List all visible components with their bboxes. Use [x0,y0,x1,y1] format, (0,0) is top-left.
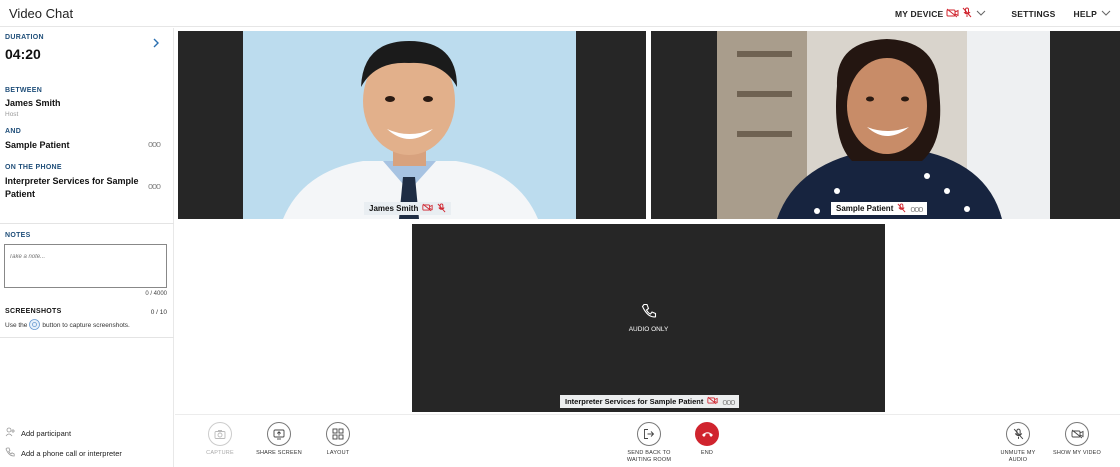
video-off-icon [946,8,959,20]
host-video-image [243,31,576,219]
top-bar: Video Chat MY DEVICE SETTINGS HELP [0,0,1120,27]
unmute-audio-button[interactable]: UNMUTE MY AUDIO [988,422,1048,465]
layout-label: LAYOUT [326,450,350,456]
patient-video-image [717,31,1050,219]
capture-inline-icon [29,319,41,332]
my-device-menu[interactable]: MY DEVICE [895,7,987,20]
capture-button[interactable]: CAPTURE [190,422,250,457]
host-role: Host [5,111,19,118]
exit-icon [637,422,661,446]
settings-button[interactable]: SETTINGS [1011,9,1055,19]
patient-tile-more-button[interactable]: ooo [910,204,923,214]
phone-participant-name: Interpreter Services for Sample Patient [5,176,139,199]
add-phone-label: Add a phone call or interpreter [21,448,122,458]
phone-icon [641,303,657,321]
chevron-down-icon [1100,9,1112,19]
send-back-label-line1: SEND BACK TO [627,450,671,456]
share-screen-label: SHARE SCREEN [256,450,302,456]
chevron-down-icon [975,9,987,19]
send-back-button[interactable]: SEND BACK TO WAITING ROOM [619,422,679,465]
video-off-icon [1065,422,1089,446]
mic-off-icon [1006,422,1030,446]
show-video-button[interactable]: SHOW MY VIDEO [1047,422,1107,457]
share-screen-icon [267,422,291,446]
screenshots-help-pre: Use the [5,322,28,329]
duration-value: 04:20 [5,46,41,62]
screenshots-label: SCREENSHOTS [5,308,62,315]
add-participant-label: Add participant [21,428,72,438]
session-info-panel: DURATION 04:20 BETWEEN James Smith Host … [0,28,174,224]
mic-off-icon [962,7,972,20]
notes-panel: NOTES 0 / 4000 SCREENSHOTS 0 / 10 Use th… [0,226,174,338]
phone-icon [5,447,15,459]
unmute-label-line2: AUDIO [1008,457,1028,464]
notes-input[interactable] [5,251,166,263]
unmute-label-line1: UNMUTE MY [1000,450,1036,456]
capture-label: CAPTURE [206,450,234,456]
patient-more-button[interactable]: ooo [148,139,161,149]
phone-name-tag: Interpreter Services for Sample Patient … [560,395,740,408]
chevron-right-icon[interactable] [151,36,161,54]
notes-box [4,244,167,288]
add-participant-link[interactable]: Add participant [0,423,174,443]
on-the-phone-label: ON THE PHONE [5,164,62,171]
header-actions: MY DEVICE SETTINGS HELP [895,0,1112,27]
host-name: James Smith [5,98,61,108]
sidebar: DURATION 04:20 BETWEEN James Smith Host … [0,28,174,467]
app-title: Video Chat [9,6,74,21]
screenshots-count: 0 / 10 [150,309,167,316]
call-toolbar: CAPTURE SHARE SCREEN LAYOUT SEND BACK TO… [175,414,1120,467]
and-label: AND [5,128,22,135]
mic-off-icon [437,203,446,215]
host-name-tag: James Smith [364,202,452,215]
host-video-tile[interactable]: James Smith [178,31,646,219]
sidebar-actions: Add participant Add a phone call or inte… [0,423,174,463]
phone-tile-name: Interpreter Services for Sample Patient [565,397,704,406]
between-label: BETWEEN [5,87,43,94]
video-off-icon [707,396,718,407]
grid-layout-icon [326,422,350,446]
settings-label: SETTINGS [1011,8,1056,19]
help-label: HELP [1073,8,1097,19]
my-device-label: MY DEVICE [895,8,944,19]
phone-tile-more-button[interactable]: ooo [722,397,735,407]
end-label: END [700,450,714,456]
unmute-label: UNMUTE MY AUDIO [1000,450,1035,465]
send-back-label: SEND BACK TO WAITING ROOM [627,450,671,465]
screenshots-help: Use the button to capture screenshots. [5,319,130,332]
video-off-icon [422,203,433,214]
patient-name: Sample Patient [5,140,70,150]
end-call-button[interactable]: END [677,422,737,457]
patient-tile-name: Sample Patient [836,204,894,213]
send-back-label-line2: WAITING ROOM [626,457,672,464]
share-screen-button[interactable]: SHARE SCREEN [249,422,309,457]
host-tile-name: James Smith [369,204,419,213]
show-video-label: SHOW MY VIDEO [1052,450,1102,456]
camera-icon [208,422,232,446]
hang-up-icon [695,422,719,446]
patient-video-tile[interactable]: Sample Patient ooo [651,31,1120,219]
help-menu[interactable]: HELP [1074,9,1112,19]
patient-name-tag: Sample Patient ooo [831,202,928,215]
add-phone-link[interactable]: Add a phone call or interpreter [0,443,174,463]
phone-more-button[interactable]: ooo [148,181,161,191]
notes-label: NOTES [5,232,31,239]
audio-only-indicator: AUDIO ONLY [412,224,885,412]
screenshots-help-post: button to capture screenshots. [42,322,130,329]
notes-count: 0 / 4000 [145,291,167,297]
video-stage: James Smith Sample Patient ooo AUDIO ONL… [175,28,1120,413]
add-user-icon [5,427,15,439]
layout-button[interactable]: LAYOUT [308,422,368,457]
duration-label: DURATION [5,34,44,41]
audio-only-label: AUDIO ONLY [628,326,669,333]
phone-participant-tile[interactable]: AUDIO ONLY Interpreter Services for Samp… [412,224,885,412]
mic-off-icon [897,203,906,215]
